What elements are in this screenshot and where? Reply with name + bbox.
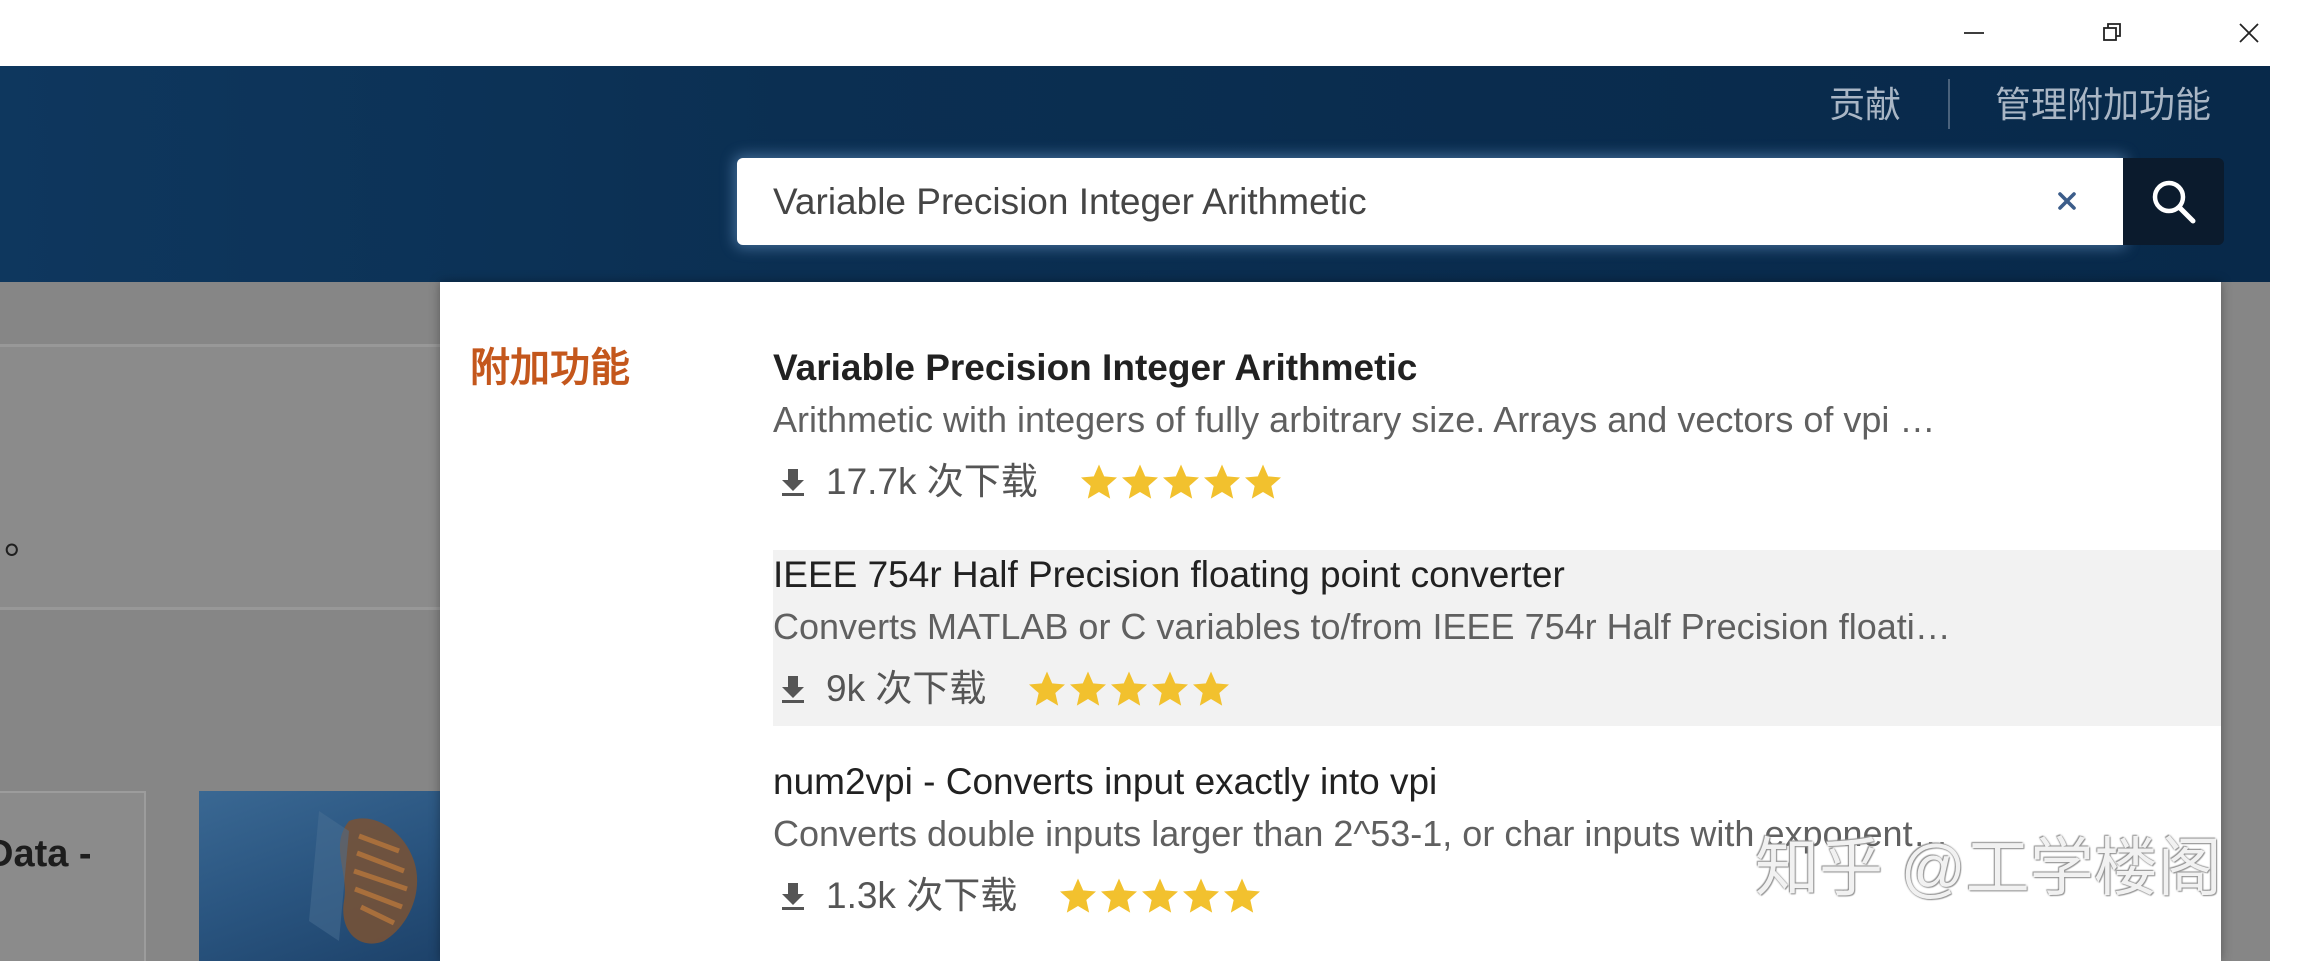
thumbnail-image: [309, 811, 418, 944]
star-icon: [1244, 464, 1281, 499]
result-title: num2vpi - Converts input exactly into vp…: [773, 761, 1438, 802]
star-icon: [1162, 464, 1199, 499]
result-item[interactable]: IEEE 754r Half Precision floating point …: [773, 550, 2221, 726]
clear-search-button[interactable]: [2045, 179, 2089, 223]
rating-stars: [1079, 462, 1283, 502]
addon-thumbnail: [199, 791, 440, 961]
clear-icon: [2058, 192, 2076, 210]
close-window-button[interactable]: [2214, 0, 2284, 66]
result-stats: 1.3k 次下载: [773, 871, 1262, 921]
result-item[interactable]: Variable Precision Integer Arithmetic Ar…: [773, 343, 2221, 519]
result-stats: 17.7k 次下载: [773, 457, 1283, 507]
background-card: [0, 344, 440, 610]
star-icon: [1142, 878, 1179, 913]
manage-addons-link[interactable]: 管理附加功能: [1995, 82, 2211, 128]
download-count: 1.3k 次下载: [826, 875, 1018, 916]
title-bar: [0, 0, 2317, 66]
download-count: 17.7k 次下载: [826, 461, 1038, 502]
star-icon: [1060, 878, 1097, 913]
rating-stars: [1027, 669, 1231, 709]
section-label-addons: 附加功能: [470, 346, 630, 390]
star-icon: [1101, 878, 1138, 913]
star-icon: [1029, 671, 1066, 706]
star-icon: [1070, 671, 1107, 706]
star-icon: [1121, 464, 1158, 499]
result-title: IEEE 754r Half Precision floating point …: [773, 554, 1565, 595]
rating-stars: [1058, 876, 1262, 916]
star-icon: [1080, 464, 1117, 499]
result-stats: 9k 次下载: [773, 664, 1231, 714]
star-icon: [1152, 671, 1189, 706]
star-icon: [1224, 878, 1261, 913]
download-icon: [782, 469, 804, 496]
download-count: 9k 次下载: [826, 668, 987, 709]
minimize-icon: [1964, 32, 1984, 34]
restore-icon: [2103, 23, 2121, 41]
close-icon: [2239, 23, 2259, 43]
search-icon: [2152, 180, 2195, 223]
result-title: Variable Precision Integer Arithmetic: [773, 347, 1418, 388]
result-description: Arithmetic with integers of fully arbitr…: [773, 399, 1936, 440]
window-margin: [2270, 66, 2317, 961]
star-icon: [1203, 464, 1240, 499]
download-icon: [782, 676, 804, 703]
restore-button[interactable]: [2077, 0, 2147, 66]
star-icon: [1183, 878, 1220, 913]
background-addon-card: Data -: [0, 791, 146, 961]
contribute-link[interactable]: 贡献: [1829, 82, 1901, 128]
search-input[interactable]: [737, 158, 2123, 245]
search-button[interactable]: [2123, 158, 2224, 245]
watermark: 知乎 @工学楼阁: [1755, 832, 2222, 904]
background-card-text: 。: [4, 518, 44, 562]
minimize-button[interactable]: [1939, 0, 2009, 66]
background-addon-title: Data -: [0, 833, 92, 875]
star-icon: [1111, 671, 1148, 706]
header-link-divider: [1948, 79, 1950, 129]
result-description: Converts MATLAB or C variables to/from I…: [773, 606, 1951, 647]
star-icon: [1193, 671, 1230, 706]
download-icon: [782, 883, 804, 910]
